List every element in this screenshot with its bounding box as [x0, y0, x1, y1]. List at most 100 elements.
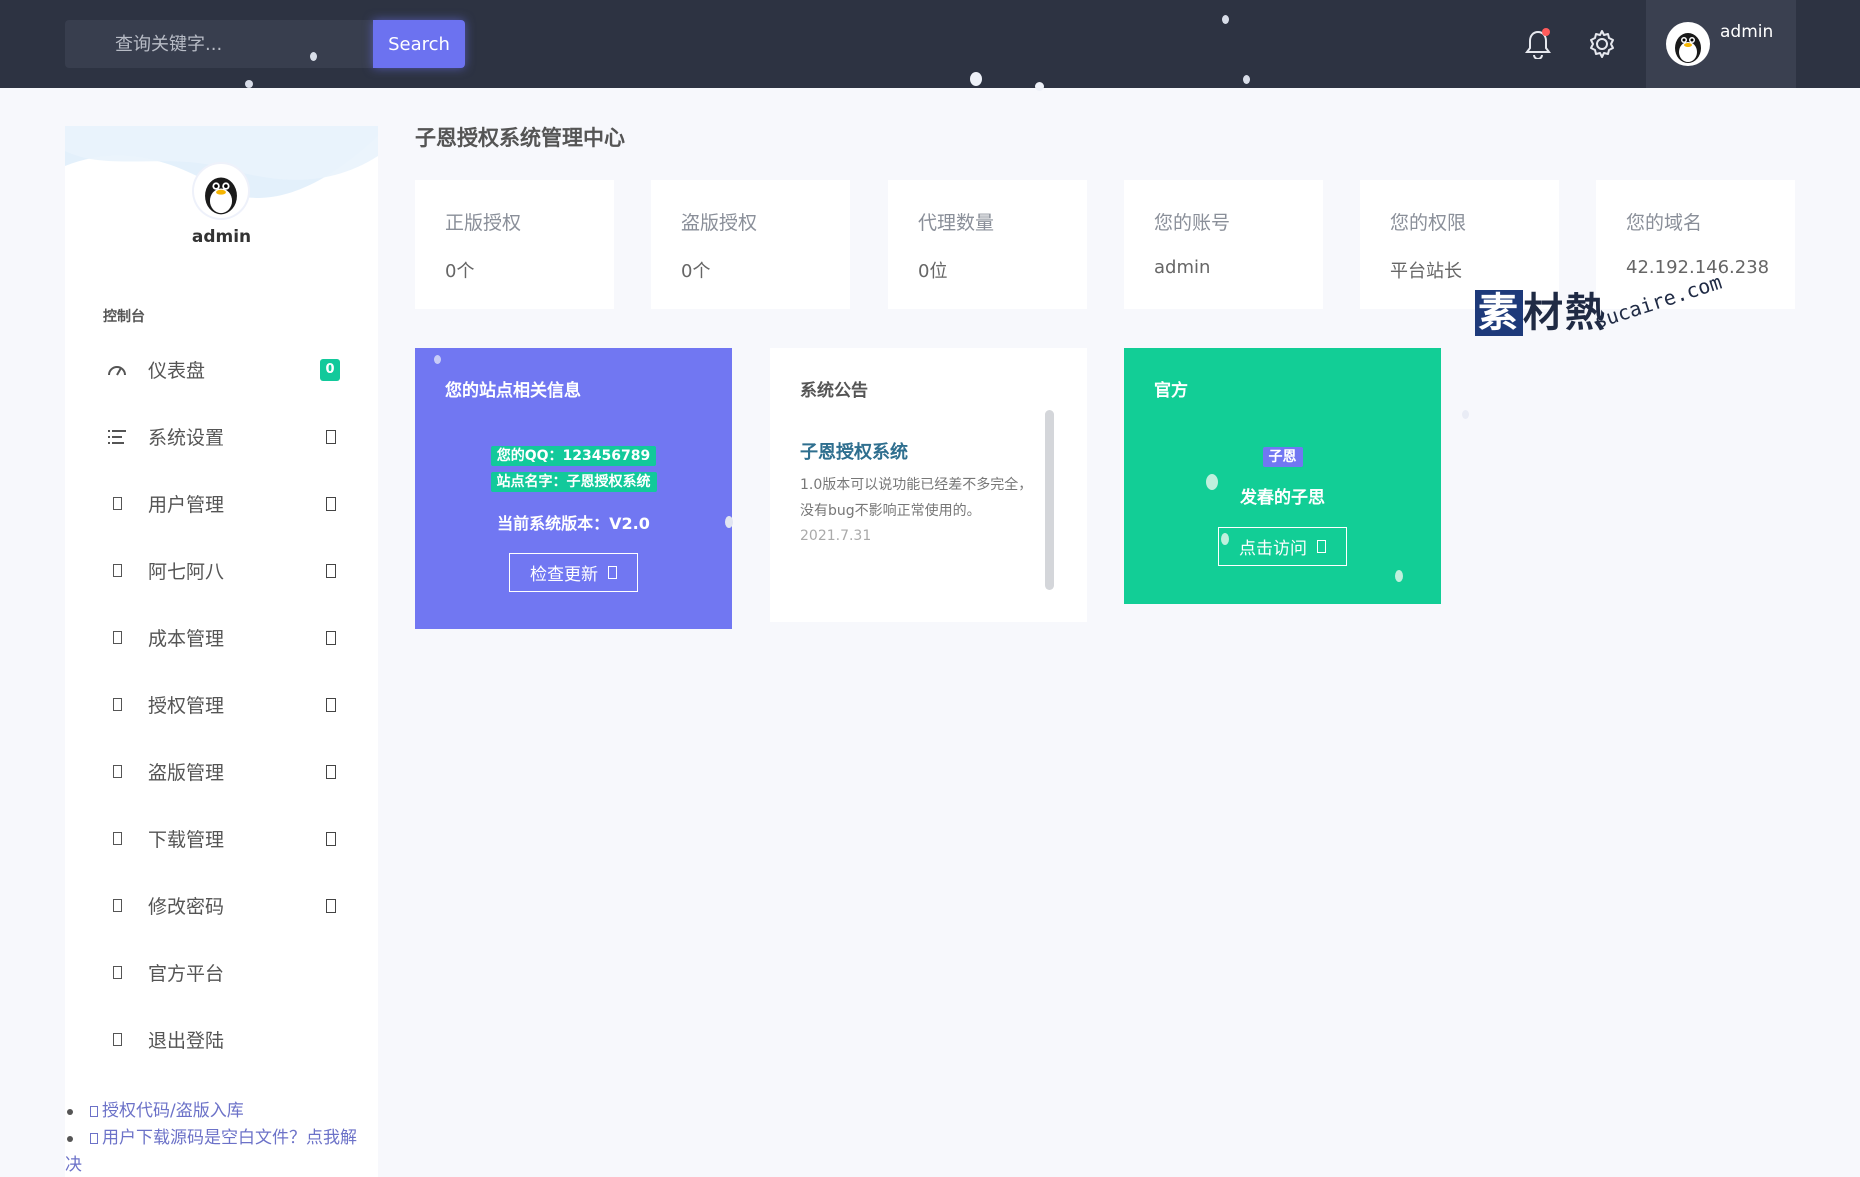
snow-dot: [1221, 533, 1229, 545]
box-icon: [107, 829, 127, 849]
box-icon: [107, 628, 127, 648]
check-update-button[interactable]: 检查更新: [509, 553, 638, 592]
top-bar: Search admin: [0, 0, 1860, 88]
sidebar-links: 授权代码/盗版入库 用户下载源码是空白文件？点我解决: [65, 1098, 378, 1177]
notice-date: 2021.7.31: [800, 528, 872, 544]
link-license-code[interactable]: 授权代码/盗版入库: [65, 1098, 378, 1125]
panel-title: 系统公告: [800, 381, 868, 401]
expand-icon: [326, 630, 336, 645]
sidebar-section-title: 控制台: [103, 309, 145, 325]
stat-value: 0位: [918, 261, 948, 282]
qq-text: 您的QQ：123456789: [490, 446, 657, 466]
snow-dot: [1206, 474, 1218, 490]
stat-label: 代理数量: [918, 212, 995, 234]
snow-dot: [245, 80, 253, 88]
name-tag: 子恩: [1124, 446, 1441, 467]
sidebar-item-official-platform[interactable]: 官方平台: [65, 939, 378, 1006]
sidebar-item-label: 仪表盘: [148, 360, 206, 382]
panel-title: 您的站点相关信息: [445, 381, 581, 401]
sidebar-item-cost-management[interactable]: 成本管理: [65, 604, 378, 671]
sidebar-item-label: 退出登陆: [148, 1030, 225, 1052]
box-icon: [107, 695, 127, 715]
qq-penguin-avatar: [1666, 22, 1710, 66]
stat-value: 平台站长: [1390, 261, 1462, 282]
sidebar-item-system-settings[interactable]: 系统设置: [65, 403, 378, 470]
site-info-panel: 您的站点相关信息 您的QQ：123456789 站点名字：子恩授权系统 当前系统…: [415, 348, 732, 629]
search-bar: Search: [65, 20, 465, 68]
stat-value: 0个: [681, 261, 711, 282]
sidebar-item-download-management[interactable]: 下载管理: [65, 805, 378, 872]
link-label-continued: 决: [65, 1155, 82, 1175]
sidebar-item-license-management[interactable]: 授权管理: [65, 671, 378, 738]
notice-title[interactable]: 子恩授权系统: [800, 438, 908, 464]
stat-card-account: 您的账号 admin: [1124, 180, 1323, 309]
sidebar-item-logout[interactable]: 退出登陆: [65, 1006, 378, 1073]
snow-dot: [1243, 75, 1250, 84]
settings-gear-icon[interactable]: [1584, 26, 1620, 62]
sidebar-item-dashboard[interactable]: 仪表盘 0: [65, 336, 378, 403]
stat-card-pirated-licenses: 盗版授权 0个: [651, 180, 850, 309]
stat-card-agent-count: 代理数量 0位: [888, 180, 1087, 309]
notification-bell-icon[interactable]: [1520, 26, 1556, 62]
stat-value: 0个: [445, 261, 475, 282]
link-blank-download-help[interactable]: 用户下载源码是空白文件？点我解决: [65, 1125, 378, 1177]
snow-dot: [970, 72, 982, 86]
stat-label: 您的域名: [1626, 212, 1703, 234]
watermark-main: 素材熱: [1475, 280, 1607, 338]
qq-penguin-avatar: [194, 164, 248, 218]
search-button[interactable]: Search: [373, 20, 465, 68]
sidebar-item-label: 授权管理: [148, 695, 225, 717]
watermark-logo: 素材熱 sucaire.com: [1475, 270, 1725, 338]
notification-dot: [1542, 28, 1550, 36]
box-icon: [107, 896, 127, 916]
snow-dot: [434, 355, 441, 364]
stat-label: 正版授权: [445, 212, 522, 234]
gauge-icon: [107, 360, 127, 380]
user-menu[interactable]: admin: [1646, 0, 1796, 88]
box-icon: [107, 1030, 127, 1050]
snow-dot: [725, 516, 733, 528]
list-icon: [107, 427, 127, 447]
count-badge: 0: [320, 358, 340, 381]
sidebar-item-aqi-aba[interactable]: 阿七阿八: [65, 537, 378, 604]
box-icon: [608, 566, 617, 579]
name-tag-text: 子恩: [1262, 447, 1303, 467]
snow-dot: [1222, 15, 1229, 24]
official-panel: 官方 子恩 发春的子思 点击访问: [1124, 348, 1441, 604]
expand-icon: [326, 898, 336, 913]
system-version: 当前系统版本：V2.0: [497, 514, 650, 533]
sidebar-item-change-password[interactable]: 修改密码: [65, 872, 378, 939]
system-notice-panel: 系统公告 子恩授权系统 1.0版本可以说功能已经差不多完全，没有bug不影响正常…: [770, 348, 1087, 622]
sidebar-item-label: 官方平台: [148, 963, 225, 985]
scrollbar[interactable]: [1045, 410, 1054, 590]
watermark-block-char: 素: [1475, 290, 1523, 336]
sidebar-item-label: 用户管理: [148, 494, 225, 516]
button-label: 点击访问: [1239, 539, 1307, 559]
expand-icon: [326, 697, 336, 712]
expand-icon: [326, 496, 336, 511]
box-icon: [107, 561, 127, 581]
expand-icon: [326, 831, 336, 846]
motto-text: 发春的子思: [1240, 488, 1325, 508]
expand-icon: [326, 563, 336, 578]
site-name-text: 站点名字：子恩授权系统: [490, 472, 657, 492]
snow-dot: [1462, 410, 1469, 419]
stat-card-genuine-licenses: 正版授权 0个: [415, 180, 614, 309]
box-icon: [107, 963, 127, 983]
link-label: 用户下载源码是空白文件？点我解: [102, 1128, 357, 1148]
search-input[interactable]: [65, 20, 373, 68]
sidebar-item-piracy-management[interactable]: 盗版管理: [65, 738, 378, 805]
sidebar-item-label: 下载管理: [148, 829, 225, 851]
expand-icon: [326, 764, 336, 779]
visit-button[interactable]: 点击访问: [1218, 527, 1347, 566]
box-icon: [107, 762, 127, 782]
stat-label: 您的权限: [1390, 212, 1467, 234]
sidebar-user-name: admin: [191, 227, 252, 247]
button-label: 检查更新: [530, 565, 598, 585]
panel-title: 官方: [1154, 381, 1188, 401]
user-name: admin: [1720, 22, 1774, 42]
sidebar-item-user-management[interactable]: 用户管理: [65, 470, 378, 537]
expand-icon: [326, 429, 336, 444]
snow-dot: [310, 52, 317, 61]
site-name-badge: 站点名字：子恩授权系统: [415, 471, 732, 492]
